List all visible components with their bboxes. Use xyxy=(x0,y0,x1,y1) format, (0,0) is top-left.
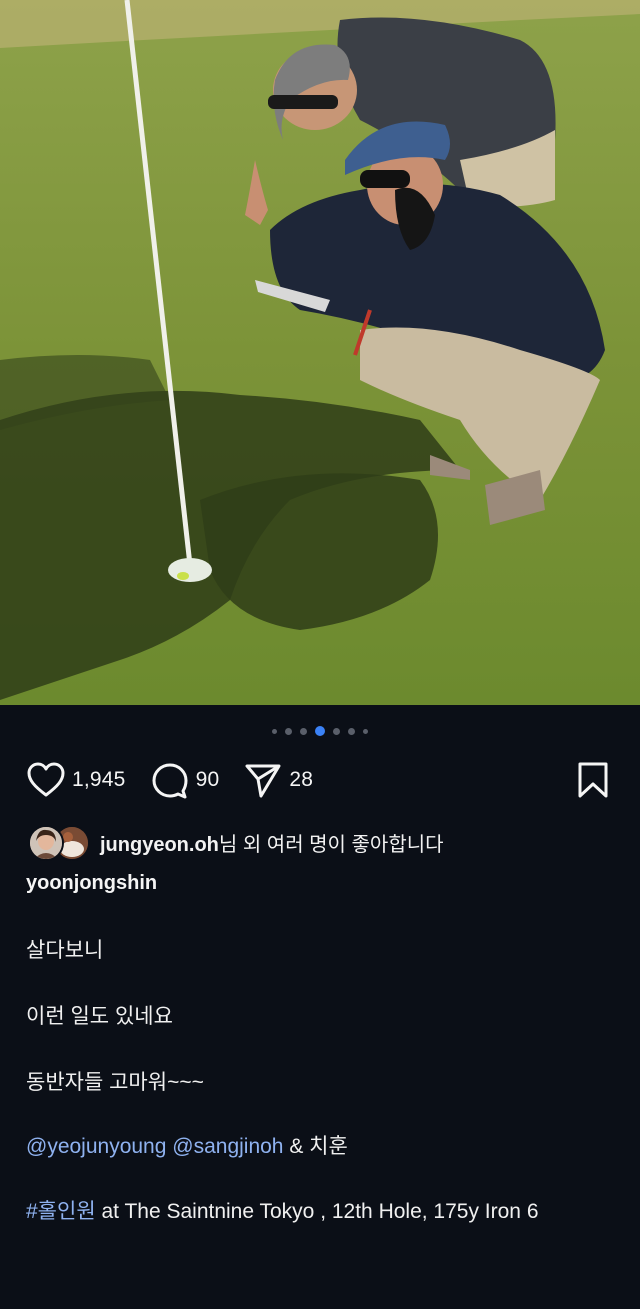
comment-button[interactable]: 90 xyxy=(150,760,220,800)
share-count[interactable]: 28 xyxy=(289,768,313,792)
mention-link[interactable]: @yeojunyoung xyxy=(26,1135,166,1158)
caption-hashtag-line: #홀인원 at The Saintnine Tokyo , 12th Hole,… xyxy=(26,1196,606,1228)
liker-avatars xyxy=(28,825,90,861)
carousel-dot xyxy=(333,727,340,735)
avatar xyxy=(28,825,64,861)
carousel-dot-active xyxy=(315,726,325,736)
carousel-dot xyxy=(300,727,307,735)
caption-text: & 치훈 xyxy=(289,1135,348,1158)
carousel-dot xyxy=(348,727,355,735)
comment-icon xyxy=(150,760,190,800)
share-button[interactable]: 28 xyxy=(243,760,313,800)
post-author-username[interactable]: yoonjongshin xyxy=(26,872,157,895)
send-icon xyxy=(243,760,283,800)
like-count[interactable]: 1,945 xyxy=(72,768,126,792)
liked-by-text: jungyeon.oh님 외 여러 명이 좋아합니다 xyxy=(100,828,444,857)
carousel-indicator xyxy=(0,722,640,740)
bookmark-icon xyxy=(576,760,610,800)
caption-mentions-line: @yeojunyoung @sangjinoh & 치훈 xyxy=(26,1130,348,1160)
heart-icon xyxy=(26,761,66,799)
carousel-dot xyxy=(285,727,292,735)
hashtag-link[interactable]: #홀인원 xyxy=(26,1200,96,1223)
mention-link[interactable]: @sangjinoh xyxy=(172,1135,283,1158)
liked-by-row[interactable]: jungyeon.oh님 외 여러 명이 좋아합니다 xyxy=(28,824,444,861)
caption-text: at The Saintnine Tokyo , 12th Hole, 175y… xyxy=(101,1200,539,1223)
post-photo[interactable] xyxy=(0,0,640,705)
liked-by-username[interactable]: jungyeon.oh xyxy=(100,834,219,856)
carousel-dot xyxy=(363,728,368,734)
caption-line: 이런 일도 있네요 xyxy=(26,1005,173,1028)
carousel-dot xyxy=(272,728,277,734)
save-button[interactable] xyxy=(576,760,610,800)
post-action-bar: 1,945 90 28 xyxy=(26,758,610,802)
like-button[interactable]: 1,945 xyxy=(26,761,126,799)
caption-line: 동반자들 고마워~~~ xyxy=(26,1071,204,1094)
golf-green-photo xyxy=(0,0,640,705)
comment-count[interactable]: 90 xyxy=(196,768,220,792)
caption-line: 살다보니 xyxy=(26,939,104,962)
liked-by-suffix: 님 외 여러 명이 좋아합니다 xyxy=(218,833,444,856)
